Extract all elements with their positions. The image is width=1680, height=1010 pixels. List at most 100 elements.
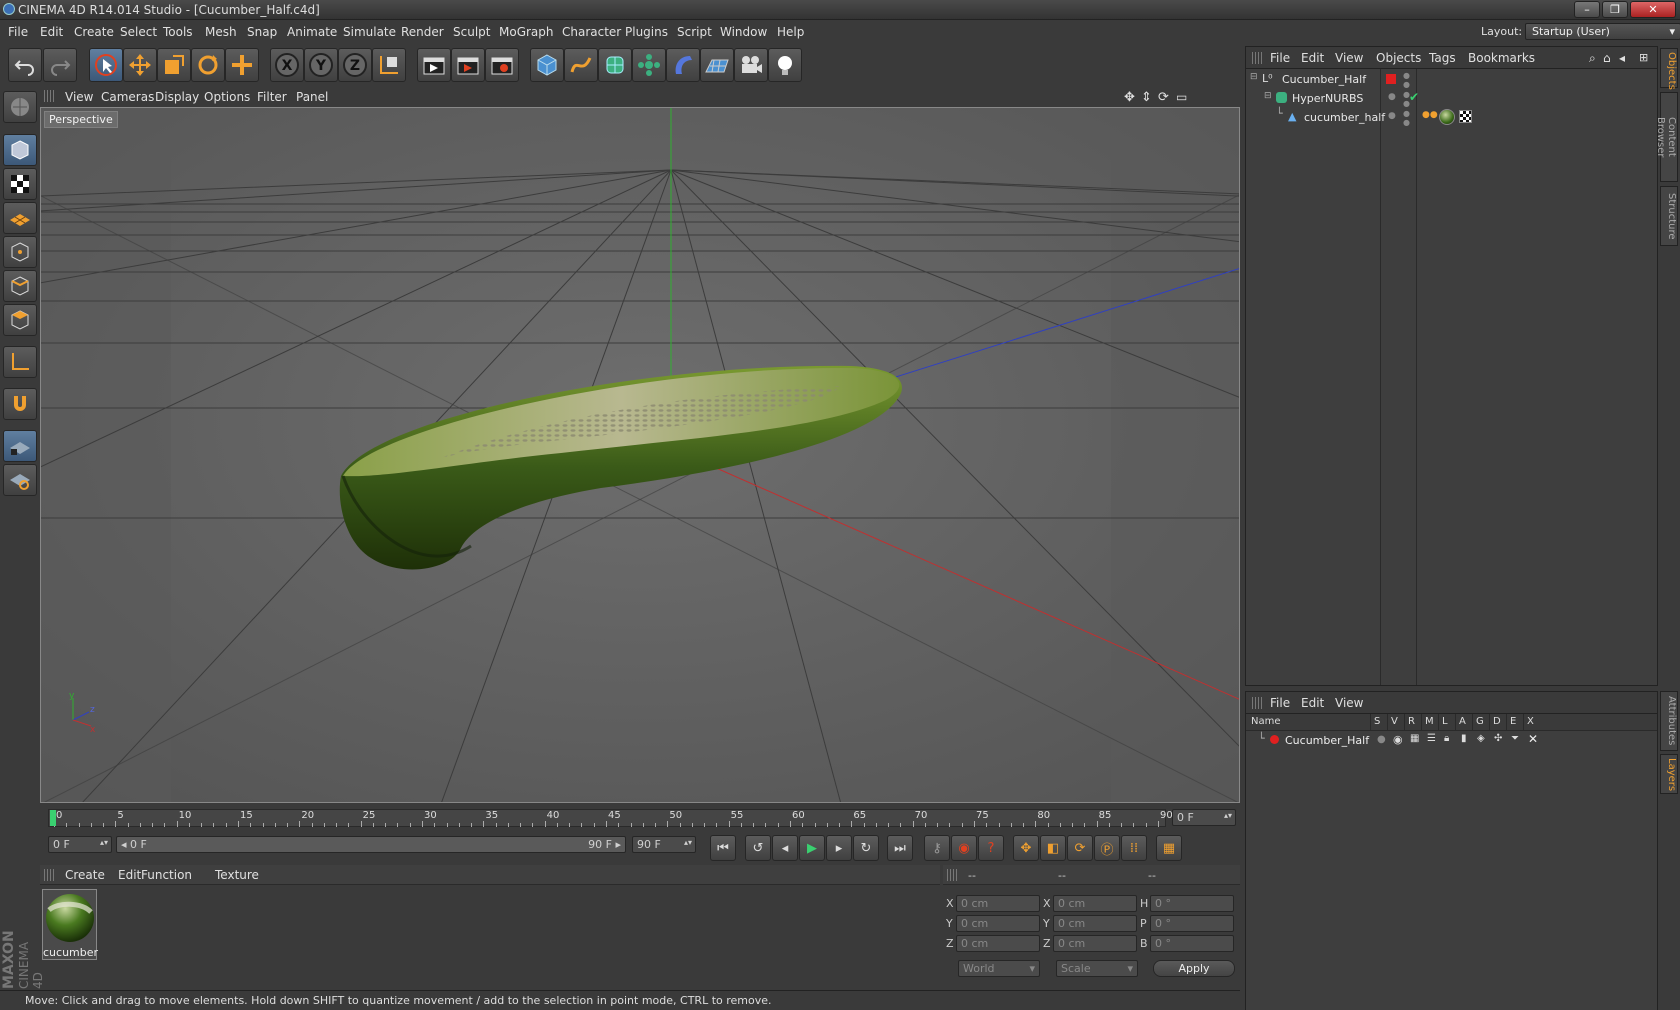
go-to-start-button[interactable]: ⏮: [710, 835, 736, 861]
material-menu-function[interactable]: Function: [141, 868, 192, 882]
subdivision-surface-button[interactable]: [598, 48, 632, 82]
minimize-button[interactable]: –: [1574, 1, 1600, 18]
object-menu-file[interactable]: File: [1270, 51, 1290, 65]
layer-dot-icon[interactable]: ●: [1388, 92, 1396, 102]
move-tool-button[interactable]: [123, 48, 157, 82]
scale-tool-button[interactable]: [157, 48, 191, 82]
layer-column-name[interactable]: Name: [1251, 716, 1281, 727]
close-button[interactable]: ✕: [1630, 1, 1676, 18]
workplane-rotate-button[interactable]: [3, 464, 37, 496]
viewport-pan-icon[interactable]: ✥: [1124, 90, 1135, 105]
layer-column-m[interactable]: M: [1425, 716, 1434, 727]
render-toggle-icon[interactable]: ▦: [1410, 733, 1419, 744]
animation-toggle-icon[interactable]: ▮: [1461, 733, 1467, 744]
object-menu-view[interactable]: View: [1335, 51, 1363, 65]
layer-menu-view[interactable]: View: [1335, 696, 1363, 710]
object-row-hypernurbs[interactable]: ⊟ HyperNURBS ● ● ● ✔: [1246, 88, 1657, 108]
points-mode-button[interactable]: [3, 236, 37, 268]
tab-structure[interactable]: Structure: [1660, 186, 1678, 246]
play-button[interactable]: ▶: [799, 835, 825, 861]
menu-edit[interactable]: Edit: [40, 25, 63, 39]
redo-button[interactable]: [43, 48, 77, 82]
object-menu-objects[interactable]: Objects: [1376, 51, 1421, 65]
coordinate-mode-select[interactable]: World ▾: [958, 960, 1040, 977]
size-mode-select[interactable]: Scale ▾: [1056, 960, 1138, 977]
record-keys-button[interactable]: ⚷: [924, 835, 950, 861]
next-frame-button[interactable]: ▸: [826, 835, 852, 861]
tab-objects[interactable]: Objects: [1660, 48, 1678, 90]
phong-tag-icon[interactable]: ●●: [1422, 110, 1438, 120]
z-axis-button[interactable]: Z: [338, 48, 372, 82]
material-swatch-cucumber[interactable]: cucumber: [42, 889, 98, 960]
menu-window[interactable]: Window: [720, 25, 767, 39]
lock-toggle-icon[interactable]: 🔒︎: [1444, 733, 1449, 744]
back-icon[interactable]: ◂: [1619, 51, 1625, 65]
record-parameter-button[interactable]: Ⓟ: [1094, 835, 1120, 861]
render-view-button[interactable]: [417, 48, 451, 82]
floor-button[interactable]: [700, 48, 734, 82]
viewport-menu-display[interactable]: Display: [155, 90, 199, 104]
menu-script[interactable]: Script: [677, 25, 712, 39]
layer-menu-file[interactable]: File: [1270, 696, 1290, 710]
menu-animate[interactable]: Animate: [287, 25, 337, 39]
render-picture-viewer-button[interactable]: [451, 48, 485, 82]
new-window-icon[interactable]: ⊞: [1639, 51, 1648, 64]
menu-select[interactable]: Select: [120, 25, 157, 39]
viewport-dolly-icon[interactable]: ⇕: [1141, 90, 1152, 105]
viewport-camera-label[interactable]: Perspective: [44, 111, 118, 128]
menu-render[interactable]: Render: [401, 25, 444, 39]
xref-toggle-icon[interactable]: ✕: [1528, 732, 1538, 746]
record-position-button[interactable]: ✥: [1013, 835, 1039, 861]
object-menu-edit[interactable]: Edit: [1301, 51, 1324, 65]
render-settings-button[interactable]: [485, 48, 519, 82]
viewport-menu-filter[interactable]: Filter: [257, 90, 287, 104]
x-axis-button[interactable]: X: [270, 48, 304, 82]
solo-toggle-icon[interactable]: ●: [1377, 734, 1386, 745]
panel-grip[interactable]: [947, 869, 957, 881]
material-menu-edit[interactable]: Edit: [118, 868, 141, 882]
start-frame-field[interactable]: 0 F ▴▾: [48, 836, 112, 853]
menu-file[interactable]: File: [8, 25, 28, 39]
menu-mograph[interactable]: MoGraph: [499, 25, 554, 39]
manager-toggle-icon[interactable]: ☰: [1427, 733, 1436, 744]
deformer-button[interactable]: [666, 48, 700, 82]
viewport-maximize-icon[interactable]: ▭: [1176, 90, 1187, 104]
viewport-rotate-icon[interactable]: ⟳: [1158, 90, 1169, 105]
model-mode-button[interactable]: [3, 134, 37, 166]
menu-character[interactable]: Character: [562, 25, 621, 39]
menu-snap[interactable]: Snap: [247, 25, 277, 39]
make-editable-button[interactable]: [3, 91, 37, 123]
workplane-lock-button[interactable]: [3, 430, 37, 462]
home-icon[interactable]: ⌂: [1603, 51, 1611, 65]
layer-column-x[interactable]: X: [1527, 716, 1534, 727]
search-icon[interactable]: ⌕: [1589, 51, 1596, 66]
polygons-mode-button[interactable]: [3, 304, 37, 336]
enabled-check-icon[interactable]: ✔: [1409, 90, 1419, 104]
expand-icon[interactable]: ⊟: [1250, 72, 1258, 82]
layer-column-a[interactable]: A: [1459, 716, 1466, 727]
apply-button[interactable]: Apply: [1153, 960, 1235, 977]
menu-simulate[interactable]: Simulate: [343, 25, 396, 39]
object-menu-tags[interactable]: Tags: [1429, 51, 1456, 65]
keyframe-selection-button[interactable]: ?: [978, 835, 1004, 861]
camera-button[interactable]: [734, 48, 768, 82]
layer-column-r[interactable]: R: [1408, 716, 1415, 727]
panel-grip[interactable]: [1252, 52, 1262, 64]
layer-column-s[interactable]: S: [1374, 716, 1380, 727]
menu-mesh[interactable]: Mesh: [205, 25, 237, 39]
menu-tools[interactable]: Tools: [163, 25, 193, 39]
layer-column-v[interactable]: V: [1391, 716, 1398, 727]
uvw-tag-icon[interactable]: [1459, 110, 1472, 123]
layer-column-d[interactable]: D: [1493, 716, 1501, 727]
timeline-playhead[interactable]: [50, 810, 56, 826]
light-button[interactable]: [768, 48, 802, 82]
material-tag-icon[interactable]: [1439, 109, 1455, 125]
layer-column-e[interactable]: E: [1510, 716, 1516, 727]
object-row-cucumber-half-mesh[interactable]: └ ▲ cucumber_half ● ● ● ●●: [1246, 107, 1657, 127]
current-frame-field[interactable]: 0 F ▴▾: [1172, 809, 1236, 826]
record-scale-button[interactable]: ◧: [1040, 835, 1066, 861]
visibility-dots-icon[interactable]: ● ●: [1403, 109, 1410, 127]
autokeying-button[interactable]: ◉: [951, 835, 977, 861]
pos-y-field[interactable]: 0 cm: [956, 915, 1040, 932]
go-to-end-button[interactable]: ⏭: [887, 835, 913, 861]
